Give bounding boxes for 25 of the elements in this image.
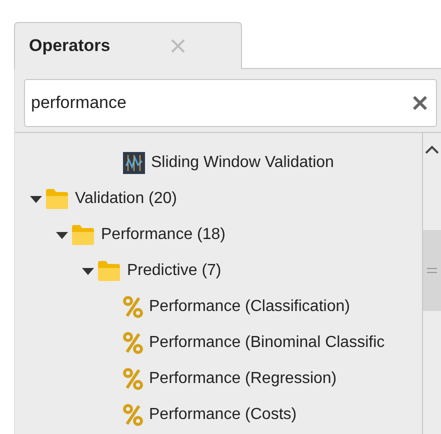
- operator-tree-item[interactable]: Performance (Costs): [15, 397, 422, 433]
- scrollbar[interactable]: [422, 133, 441, 434]
- search-field[interactable]: performance: [24, 79, 437, 127]
- percent-icon: [123, 332, 143, 354]
- percent-icon: [123, 368, 143, 390]
- percent-icon: [123, 404, 143, 426]
- folder-icon: [71, 224, 95, 246]
- scrollbar-thumb[interactable]: [423, 230, 441, 311]
- operator-tree-item[interactable]: Performance (Binominal Classific: [15, 325, 422, 361]
- folder-icon: [97, 260, 121, 282]
- folder-tree-item[interactable]: Validation (20): [15, 181, 422, 217]
- expanded-triangle-icon[interactable]: [29, 194, 43, 204]
- operator-tree-item[interactable]: Performance (Regression): [15, 361, 422, 397]
- operators-tab[interactable]: Operators: [14, 22, 242, 69]
- percent-icon: [123, 296, 143, 318]
- expanded-triangle-icon[interactable]: [55, 230, 69, 240]
- clear-icon[interactable]: [412, 95, 428, 111]
- operator-tree-item[interactable]: Performance (Classification): [15, 289, 422, 325]
- chart-window-icon: [123, 152, 145, 174]
- folder-tree-item[interactable]: Performance (18): [15, 217, 422, 253]
- operator-tree-item[interactable]: Sliding Window Validation: [15, 145, 422, 181]
- folder-icon: [45, 188, 69, 210]
- scroll-up-icon[interactable]: [425, 145, 439, 154]
- folder-tree-item[interactable]: Predictive (7): [15, 253, 422, 289]
- expanded-triangle-icon[interactable]: [81, 266, 95, 276]
